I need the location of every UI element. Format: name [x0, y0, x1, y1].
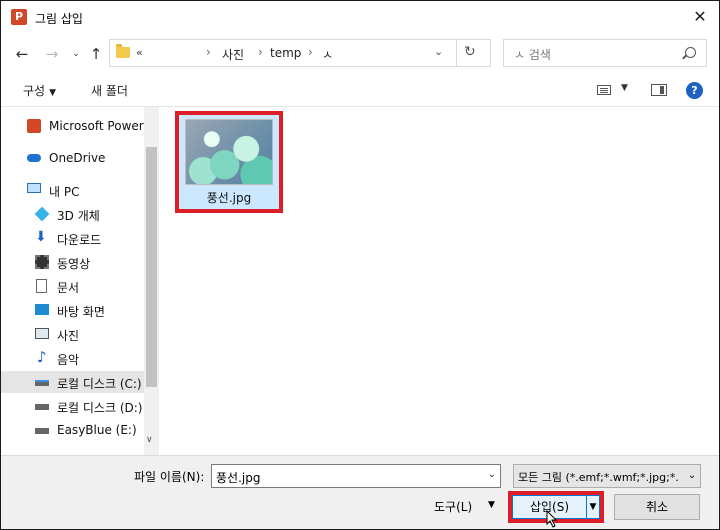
nav-label: EasyBlue (E:): [57, 423, 137, 437]
folder-icon: [116, 44, 130, 58]
insert-options-dropdown[interactable]: ▼: [586, 495, 600, 519]
breadcrumb-separator[interactable]: ›: [206, 45, 211, 59]
nav-label: 음악: [57, 353, 80, 367]
computer-icon: [27, 183, 41, 193]
nav-label: Microsoft PowerP: [49, 119, 144, 133]
nav-item-desktop[interactable]: 바탕 화면: [1, 299, 144, 321]
nav-label: 내 PC: [49, 185, 80, 199]
nav-item-videos[interactable]: 동영상: [1, 251, 144, 273]
view-options-icon[interactable]: [597, 85, 611, 95]
drive-icon: [35, 404, 49, 410]
nav-label: 동영상: [57, 257, 91, 271]
filename-label: 파일 이름(N):: [134, 470, 205, 484]
image-thumbnail: [185, 119, 273, 185]
powerpoint-icon: [27, 119, 41, 133]
back-arrow-icon[interactable]: ←: [11, 43, 33, 65]
address-dropdown-icon[interactable]: ⌄: [434, 45, 443, 58]
title-bar: P 그림 삽입 ✕: [1, 1, 719, 35]
organize-menu[interactable]: 구성 ▼: [23, 82, 56, 99]
nav-item-pictures[interactable]: 사진: [1, 323, 144, 345]
picture-icon: [35, 328, 49, 339]
tools-menu[interactable]: 도구(L): [434, 498, 472, 515]
close-button[interactable]: ✕: [687, 5, 713, 31]
file-type-value: 모든 그림 (*.emf;*.wmf;*.jpg;*.: [518, 471, 679, 484]
insert-picture-dialog: P 그림 삽입 ✕ ← → ⌄ ↑ « › 사진 › temp › ㅅ ⌄ ↻ …: [0, 0, 720, 530]
search-input[interactable]: ㅅ 검색: [503, 39, 707, 67]
nav-label: 바탕 화면: [57, 305, 105, 319]
navigation-pane: Microsoft PowerP OneDrive 내 PC 3D 개체 ⬇ 다…: [1, 107, 159, 455]
nav-item-this-pc[interactable]: 내 PC: [1, 179, 144, 201]
breadcrumb-temp[interactable]: temp: [270, 46, 301, 60]
dialog-title: 그림 삽입: [35, 12, 83, 26]
nav-label: 3D 개체: [57, 209, 100, 223]
nav-item-documents[interactable]: 문서: [1, 275, 144, 297]
command-bar: 구성 ▼ 새 폴더 ▼ ?: [1, 73, 719, 107]
nav-scrollbar[interactable]: ∨: [144, 107, 159, 455]
nav-item-onedrive[interactable]: OneDrive: [1, 147, 144, 169]
breadcrumb-photos[interactable]: 사진: [222, 46, 244, 63]
address-row: ← → ⌄ ↑ « › 사진 › temp › ㅅ ⌄ ↻ ㅅ 검색: [1, 35, 719, 73]
search-icon: [685, 47, 696, 58]
cube-icon: [34, 206, 50, 222]
drive-icon: [35, 428, 49, 434]
download-icon: ⬇: [35, 229, 47, 245]
music-icon: ♪: [37, 348, 47, 366]
nav-label: OneDrive: [49, 151, 106, 165]
nav-item-music[interactable]: ♪ 음악: [1, 347, 144, 369]
powerpoint-app-icon: P: [11, 9, 27, 25]
mouse-cursor-icon: [546, 510, 558, 528]
nav-label: 문서: [57, 281, 80, 295]
chevron-down-icon[interactable]: ⌄: [488, 469, 496, 480]
organize-label: 구성: [23, 84, 46, 98]
divider: [456, 40, 457, 66]
nav-label: 사진: [57, 329, 80, 343]
nav-item-drive-d[interactable]: 로컬 디스크 (D:): [1, 395, 144, 417]
recent-chevron-down-icon[interactable]: ⌄: [65, 43, 87, 65]
nav-label: 다운로드: [57, 233, 102, 247]
nav-label: 로컬 디스크 (D:): [57, 401, 143, 415]
file-type-select[interactable]: 모든 그림 (*.emf;*.wmf;*.jpg;*. ⌄: [513, 464, 701, 488]
video-icon: [35, 255, 49, 269]
search-placeholder: ㅅ 검색: [514, 48, 551, 62]
file-item[interactable]: 풍선.jpg: [175, 111, 283, 213]
preview-pane-icon[interactable]: [651, 84, 667, 96]
file-name: 풍선.jpg: [206, 191, 252, 205]
scroll-down-icon[interactable]: ∨: [146, 435, 153, 445]
breadcrumb-overflow[interactable]: «: [136, 46, 143, 59]
up-arrow-icon[interactable]: ↑: [85, 43, 107, 65]
forward-arrow-icon[interactable]: →: [41, 43, 63, 65]
nav-item-drive-c[interactable]: 로컬 디스크 (C:): [1, 371, 144, 393]
chevron-down-icon[interactable]: ⌄: [684, 465, 700, 487]
nav-item-3d-objects[interactable]: 3D 개체: [1, 203, 144, 225]
scrollbar-thumb[interactable]: [146, 147, 157, 387]
breadcrumb-separator[interactable]: ›: [308, 45, 313, 59]
file-list: 풍선.jpg: [161, 107, 719, 455]
desktop-icon: [35, 304, 49, 315]
nav-label: 로컬 디스크 (C:): [57, 377, 142, 391]
nav-item-drive-e[interactable]: EasyBlue (E:): [1, 419, 144, 441]
view-caret-down-icon[interactable]: ▼: [621, 83, 628, 93]
dialog-footer: 파일 이름(N): 풍선.jpg ⌄ 모든 그림 (*.emf;*.wmf;*.…: [1, 455, 719, 529]
address-bar[interactable]: « › 사진 › temp › ㅅ ⌄ ↻: [109, 39, 491, 67]
breadcrumb-separator[interactable]: ›: [258, 45, 263, 59]
refresh-icon[interactable]: ↻: [464, 44, 476, 60]
help-icon[interactable]: ?: [686, 82, 703, 99]
nav-item-powerpoint[interactable]: Microsoft PowerP: [1, 115, 144, 137]
nav-item-downloads[interactable]: ⬇ 다운로드: [1, 227, 144, 249]
breadcrumb-current[interactable]: ㅅ: [322, 46, 333, 63]
caret-down-icon[interactable]: ▼: [488, 500, 495, 510]
new-folder-button[interactable]: 새 폴더: [91, 82, 128, 99]
caret-down-icon: ▼: [49, 88, 57, 98]
document-icon: [36, 279, 47, 293]
cancel-button[interactable]: 취소: [614, 494, 700, 520]
filename-input[interactable]: 풍선.jpg ⌄: [211, 464, 501, 488]
filename-value: 풍선.jpg: [216, 471, 261, 485]
drive-icon: [35, 380, 49, 386]
cloud-icon: [27, 154, 41, 162]
